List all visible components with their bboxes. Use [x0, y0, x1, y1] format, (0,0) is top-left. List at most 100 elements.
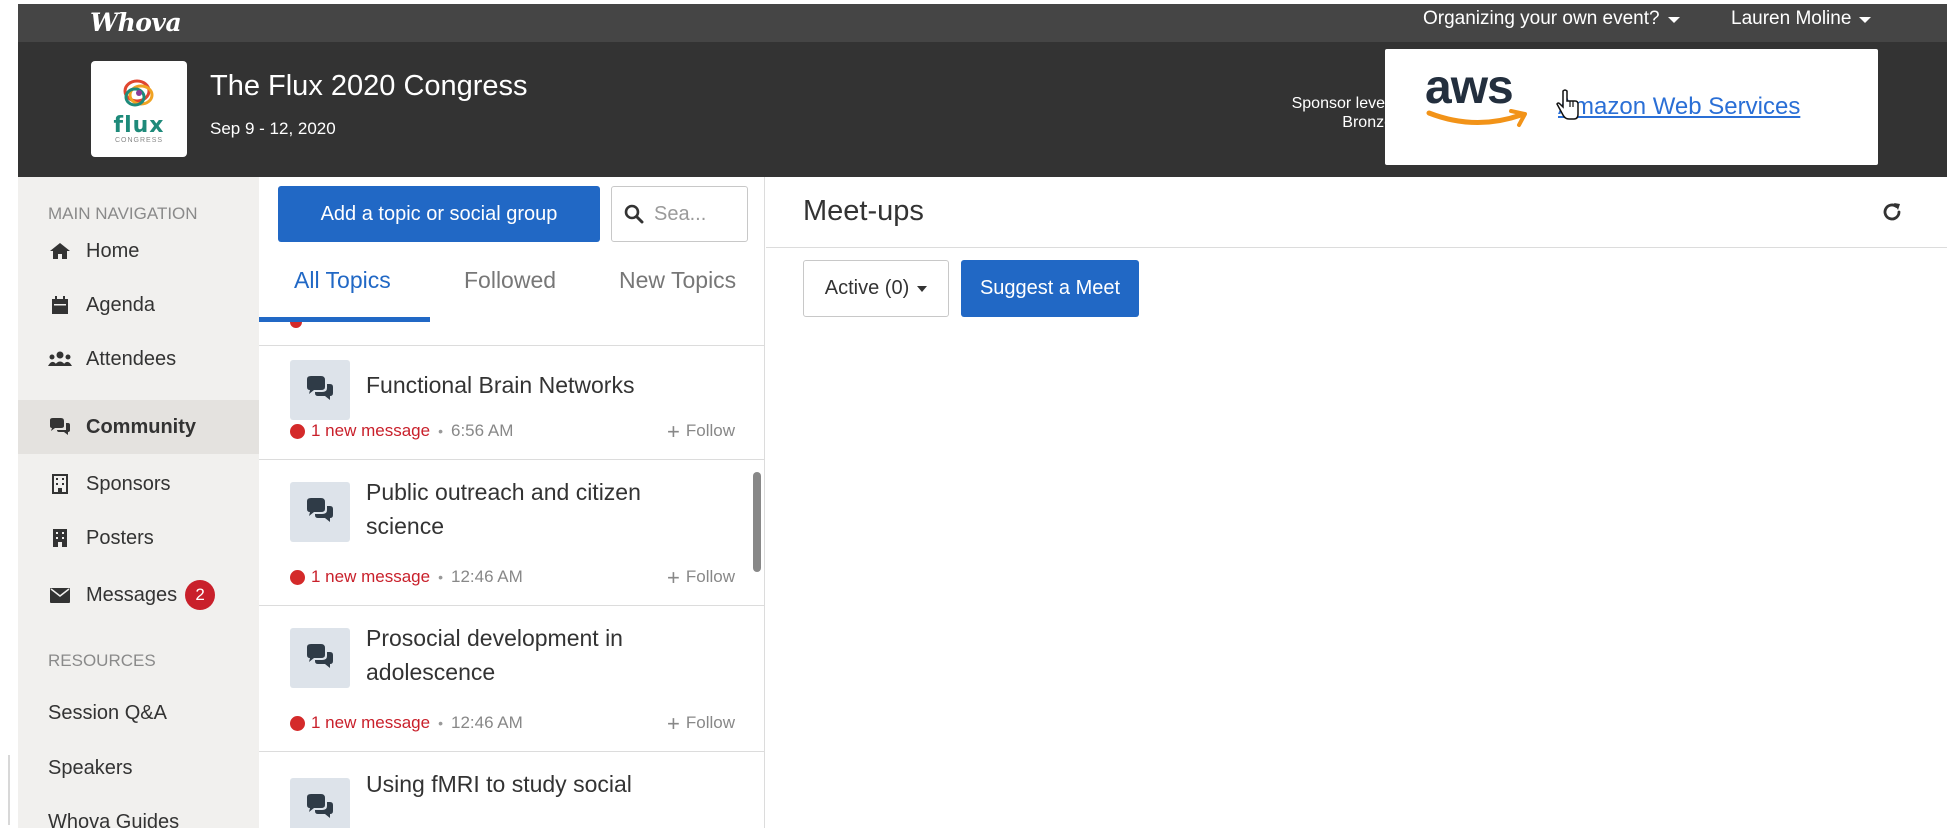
event-dates: Sep 9 - 12, 2020 [210, 119, 336, 138]
message-time: 12:46 AM [450, 567, 523, 586]
meetups-divider [766, 247, 1947, 248]
follow-label: Follow [685, 421, 735, 440]
plus-icon: + [667, 710, 680, 736]
envelope-icon [48, 585, 72, 605]
topic-item[interactable]: Public outreach and citizen science 1 ne… [259, 461, 764, 606]
resource-whova-guides[interactable]: Whova Guides [48, 811, 179, 828]
sponsor-banner[interactable]: aws Amazon Web Services [1385, 49, 1878, 165]
flux-logo-sub: CONGRESS [114, 136, 164, 144]
sidebar-item-label: Sponsors [86, 472, 171, 495]
whova-logo[interactable]: Whova [90, 8, 182, 37]
sponsor-level-value: Bronze [1342, 114, 1393, 131]
topic-item[interactable]: Using fMRI to study social [259, 753, 764, 828]
discussion-icon [290, 360, 350, 420]
sidebar-item-posters[interactable]: Posters [18, 512, 259, 564]
refresh-icon[interactable] [1881, 201, 1903, 223]
message-time: 6:56 AM [450, 421, 514, 440]
active-filter-label: Active (0) [824, 277, 910, 299]
new-message-count: 1 new message [311, 567, 431, 586]
suggest-meet-button[interactable]: Suggest a Meet [961, 260, 1139, 317]
user-menu-dropdown[interactable]: Lauren Moline [1731, 8, 1872, 30]
active-filter-dropdown[interactable]: Active (0) [803, 260, 949, 317]
organize-event-dropdown[interactable]: Organizing your own event? [1423, 8, 1680, 30]
topic-title[interactable]: Functional Brain Networks [366, 368, 706, 402]
tab-new-topics[interactable]: New Topics [619, 267, 736, 294]
chat-icon [48, 417, 72, 437]
sidebar-item-label: Agenda [86, 293, 155, 316]
chevron-down-icon [917, 285, 928, 292]
resource-speakers[interactable]: Speakers [48, 757, 133, 780]
aws-logo: aws [1425, 61, 1514, 114]
tab-all-topics[interactable]: All Topics [294, 267, 391, 294]
topic-tabs: All Topics Followed New Topics [259, 267, 764, 317]
search-icon [624, 204, 644, 224]
resources-heading: RESOURCES [48, 651, 156, 670]
calendar-icon [48, 295, 72, 315]
resource-session-qa[interactable]: Session Q&A [48, 702, 167, 725]
follow-button[interactable]: + Follow [667, 418, 735, 444]
sidebar-item-attendees[interactable]: Attendees [18, 333, 259, 385]
discussion-icon [290, 628, 350, 688]
home-icon [48, 241, 72, 261]
follow-label: Follow [685, 713, 735, 732]
sidebar-item-label: Home [86, 239, 140, 262]
follow-button[interactable]: + Follow [667, 566, 735, 588]
topic-title[interactable]: Public outreach and citizen science [366, 475, 706, 543]
add-topic-button[interactable]: Add a topic or social group [278, 186, 600, 242]
meetups-panel: Meet-ups Active (0) Suggest a Meet [766, 177, 1947, 828]
topic-title[interactable]: Prosocial development in adolescence [366, 621, 706, 689]
unread-dot [290, 423, 305, 439]
discussion-icon [290, 482, 350, 542]
separator-dot: • [438, 569, 443, 585]
hand-cursor-icon [1556, 89, 1579, 120]
follow-button[interactable]: + Follow [667, 710, 735, 736]
search-box[interactable] [611, 186, 748, 242]
sidebar-item-label: Attendees [86, 347, 177, 370]
sidebar-item-community[interactable]: Community [18, 400, 259, 454]
active-tab-indicator [259, 317, 430, 322]
community-panel: Add a topic or social group All Topics F… [259, 177, 765, 828]
search-input[interactable] [654, 202, 724, 226]
separator-dot: • [438, 715, 443, 731]
topic-title[interactable]: Using fMRI to study social [366, 767, 706, 801]
event-logo[interactable]: flux CONGRESS [91, 61, 187, 157]
user-name: Lauren Moline [1731, 8, 1852, 29]
sidebar-item-messages[interactable]: Messages 2 [18, 569, 259, 621]
users-icon [48, 349, 72, 369]
plus-icon: + [667, 418, 680, 444]
messages-count-badge: 2 [185, 580, 216, 610]
gutter-mark [8, 755, 10, 825]
topic-item[interactable]: Prosocial development in adolescence 1 n… [259, 607, 764, 752]
top-bar: Whova Organizing your own event? Lauren … [18, 4, 1947, 42]
separator-dot: • [438, 423, 443, 439]
topic-meta: 1 new message • 12:46 AM [290, 567, 523, 587]
chevron-down-icon [1667, 17, 1680, 23]
event-title: The Flux 2020 Congress [210, 70, 528, 102]
sidebar-item-label: Posters [86, 526, 154, 549]
topic-item[interactable]: Functional Brain Networks 1 new message … [259, 346, 764, 460]
topics-scrollbar[interactable] [753, 472, 761, 572]
sidebar-item-label: Community [86, 415, 196, 438]
building-icon [48, 474, 72, 494]
chevron-down-icon [1859, 17, 1872, 23]
main-navigation-heading: MAIN NAVIGATION [48, 204, 198, 223]
sponsor-name-link[interactable]: Amazon Web Services [1558, 93, 1800, 121]
discussion-icon [290, 778, 350, 828]
topic-meta: 1 new message • 12:46 AM [290, 713, 523, 733]
tab-followed[interactable]: Followed [464, 267, 556, 294]
new-message-count: 1 new message [311, 421, 431, 440]
unread-dot [290, 569, 305, 585]
unread-dot [290, 715, 305, 731]
left-gutter [0, 0, 18, 828]
building-icon [48, 528, 72, 548]
sidebar-item-sponsors[interactable]: Sponsors [18, 458, 259, 510]
event-header: flux CONGRESS The Flux 2020 Congress Sep… [18, 42, 1947, 177]
sponsor-level: Sponsor level: Bronze [1188, 94, 1393, 132]
sidebar-item-home[interactable]: Home [18, 225, 259, 277]
sidebar: MAIN NAVIGATION Home Agenda Attendees Co… [18, 177, 259, 828]
aws-smile-icon [1426, 109, 1527, 127]
sidebar-item-label: Messages [86, 583, 178, 606]
new-message-count: 1 new message [311, 713, 431, 732]
sidebar-item-agenda[interactable]: Agenda [18, 279, 259, 331]
flux-swirl-icon [123, 79, 154, 106]
